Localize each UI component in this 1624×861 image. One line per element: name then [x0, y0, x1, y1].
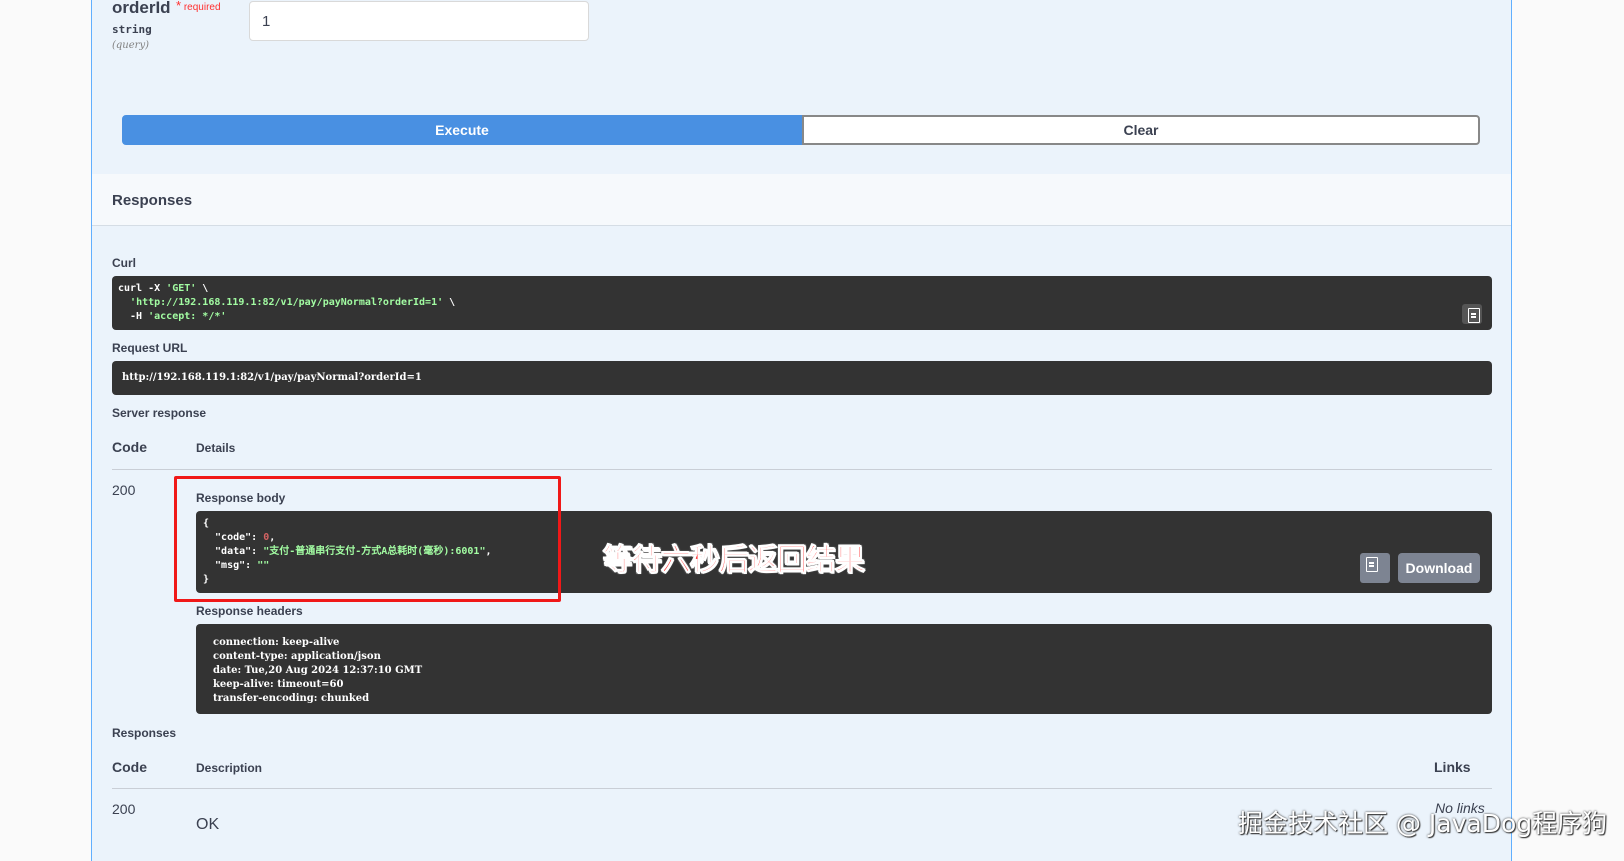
copy-curl-icon[interactable] [1462, 304, 1482, 324]
header-line: connection: keep-alive [213, 637, 340, 648]
response-row-description: OK [196, 816, 220, 833]
curl-line1-a: curl -X [118, 283, 167, 294]
curl-url: 'http://192.168.119.1:82/v1/pay/payNorma… [130, 297, 444, 308]
responses-title: Responses [112, 192, 193, 209]
response-headers-block[interactable]: connection: keep-alive content-type: app… [196, 624, 1492, 714]
param-type: string [112, 23, 152, 36]
request-url-label: Request URL [112, 341, 188, 355]
param-location: (query) [112, 40, 149, 51]
required-label: required [183, 2, 221, 13]
watermark: 掘金技术社区 @ JavaDog程序狗 [1238, 809, 1608, 838]
order-id-input[interactable] [249, 1, 589, 41]
request-url-value: http://192.168.119.1:82/v1/pay/payNormal… [122, 372, 422, 383]
response-row-code: 200 [112, 801, 136, 817]
responses-links-header: Links [1434, 759, 1471, 775]
server-response-label: Server response [112, 406, 207, 420]
execute-button[interactable]: Execute [122, 115, 802, 145]
server-response-code-header: Code [112, 439, 147, 455]
request-url-block[interactable]: http://192.168.119.1:82/v1/pay/payNormal… [112, 361, 1492, 395]
responses-label: Responses [112, 726, 177, 740]
header-line: content-type: application/json [213, 651, 381, 662]
curl-header: 'accept: */*' [148, 311, 227, 322]
responses-header: Responses [92, 174, 1511, 226]
server-response-divider [112, 469, 1492, 470]
curl-code-block[interactable]: curl -X 'GET' \ 'http://192.168.119.1:82… [112, 276, 1492, 330]
copy-body-icon[interactable] [1360, 553, 1390, 583]
annotation-text: 等待六秒后返回结果 [603, 543, 866, 579]
curl-line1-b: \ [196, 283, 209, 294]
server-response-details-header: Details [196, 441, 236, 455]
header-line: keep-alive: timeout=60 [213, 679, 344, 690]
header-line: date: Tue,20 Aug 2024 12:37:10 GMT [213, 665, 423, 676]
param-required: * required [176, 0, 221, 13]
required-star: * [176, 0, 182, 13]
param-name: orderId [112, 0, 171, 17]
responses-description-header: Description [196, 761, 263, 775]
curl-method: 'GET' [166, 283, 197, 294]
clear-button[interactable]: Clear [802, 115, 1480, 145]
curl-line2-b: \ [443, 297, 456, 308]
server-response-code: 200 [112, 482, 136, 498]
responses-divider [112, 788, 1492, 789]
highlight-box [174, 476, 561, 602]
curl-line3-a: -H [118, 311, 149, 322]
curl-label: Curl [112, 256, 136, 270]
responses-code-header: Code [112, 759, 147, 775]
download-button[interactable]: Download [1398, 553, 1480, 583]
header-line: transfer-encoding: chunked [213, 693, 370, 704]
response-headers-label: Response headers [196, 604, 303, 618]
